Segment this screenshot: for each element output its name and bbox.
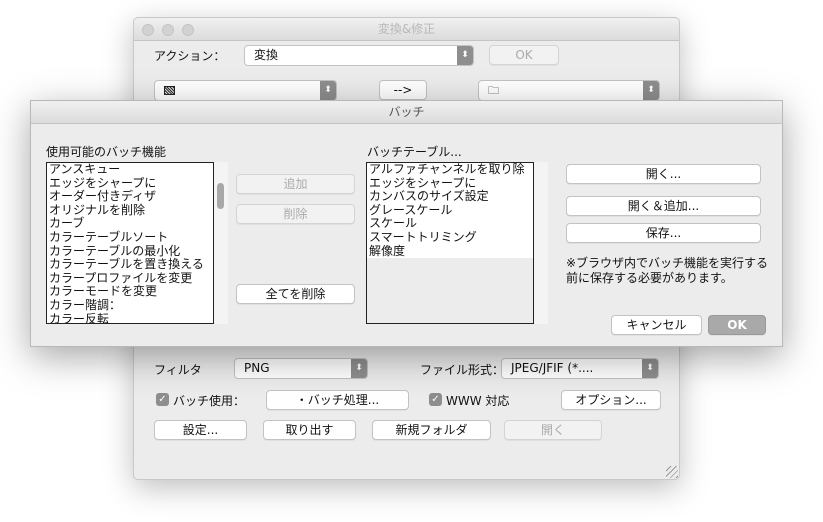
save-note: ※ブラウザ内でバッチ機能を実行する前に保存する必要があります。 — [566, 256, 769, 285]
chevron-updown-icon: ⬍ — [457, 46, 473, 65]
list-item[interactable]: カーブ — [47, 217, 213, 231]
dialog-title-bar: バッチ — [31, 101, 782, 124]
list-item[interactable]: カラー反転 — [47, 312, 213, 323]
remove-button[interactable]: 削除 — [236, 204, 355, 224]
transfer-button[interactable]: --> — [379, 80, 427, 100]
batch-process-button[interactable]: ・バッチ処理... — [266, 390, 409, 410]
batch-dialog: バッチ 使用可能のバッチ機能 アンスキュー エッジをシャープに オーダー付きディザオ… — [30, 100, 783, 347]
title-bar: 変換&修正 — [134, 18, 679, 41]
list-item[interactable]: アルファチャンネルを取り除 — [367, 163, 533, 177]
www-checkbox[interactable]: ✓ — [429, 393, 442, 406]
list-item[interactable]: カラーテーブルソート — [47, 230, 213, 245]
available-label: 使用可能のバッチ機能 — [46, 145, 167, 159]
chevron-updown-icon: ⬍ — [320, 81, 336, 100]
list-item[interactable]: グレースケール — [367, 203, 533, 218]
image-icon — [164, 86, 175, 95]
source-select[interactable]: ⬍ — [154, 80, 337, 101]
filter-value: PNG — [244, 361, 270, 375]
window-title: 変換&修正 — [377, 22, 436, 36]
list-item[interactable]: カラー階調： — [47, 298, 213, 313]
format-value: JPEG/JFIF (*.... — [511, 361, 594, 375]
filter-select[interactable]: PNG ⬍ — [234, 358, 368, 379]
available-scrollbar[interactable] — [214, 162, 228, 324]
ok-button[interactable]: OK — [489, 45, 559, 65]
close-button[interactable] — [142, 24, 154, 36]
action-select[interactable]: 変換 ⬍ — [244, 45, 474, 66]
list-item[interactable]: スケール — [367, 217, 533, 231]
folder-icon: 🗀 — [488, 84, 499, 97]
list-item[interactable]: 解像度 — [367, 244, 533, 259]
open-batch-button[interactable]: 開く... — [566, 164, 761, 184]
list-item[interactable]: カンバスのサイズ設定 — [367, 190, 533, 204]
filter-label: フィルタ — [154, 363, 202, 377]
cancel-button[interactable]: キャンセル — [611, 315, 702, 335]
www-label: WWW 対応 — [446, 394, 510, 408]
new-folder-button[interactable]: 新規フォルダ — [372, 420, 491, 440]
batch-table-list[interactable]: アルファチャンネルを取り除 エッジをシャープに カンバスのサイズ設定 グレースケールス… — [366, 162, 534, 324]
open-button[interactable]: 開く — [504, 420, 602, 440]
list-item[interactable]: スマートトリミング — [367, 230, 533, 245]
options-button[interactable]: オプション... — [561, 390, 661, 410]
minimize-button[interactable] — [162, 24, 174, 36]
zoom-button[interactable] — [182, 24, 194, 36]
open-add-button[interactable]: 開く＆追加... — [566, 196, 761, 216]
use-batch-checkbox[interactable]: ✓ — [156, 393, 169, 406]
resize-grip-icon[interactable] — [666, 466, 678, 478]
list-item[interactable]: カラーモードを変更 — [47, 285, 213, 299]
list-item[interactable]: アンスキュー — [47, 163, 213, 177]
list-item[interactable]: オーダー付きディザ — [47, 190, 213, 204]
action-label: アクション： — [154, 49, 226, 63]
list-item[interactable]: カラーテーブルを置き換える — [47, 258, 213, 272]
action-value: 変換 — [254, 48, 279, 62]
extract-button[interactable]: 取り出す — [263, 420, 356, 440]
batch-table-scrollbar[interactable] — [534, 162, 548, 324]
chevron-updown-icon: ⬍ — [643, 81, 659, 100]
use-batch-label: バッチ使用： — [173, 394, 246, 408]
dialog-title: バッチ — [388, 105, 425, 119]
batch-table-label: バッチテーブル... — [367, 145, 462, 159]
remove-all-button[interactable]: 全てを削除 — [236, 284, 355, 304]
available-list[interactable]: アンスキュー エッジをシャープに オーダー付きディザ オリジナルを削除 カーブ カラーテー… — [46, 162, 214, 324]
add-button[interactable]: 追加 — [236, 174, 355, 194]
format-select[interactable]: JPEG/JFIF (*.... ⬍ — [501, 358, 659, 379]
destination-select[interactable]: 🗀 ⬍ — [478, 80, 660, 101]
chevron-updown-icon: ⬍ — [351, 359, 367, 378]
format-label: ファイル形式： — [420, 363, 505, 377]
scroll-thumb[interactable] — [217, 183, 224, 209]
chevron-updown-icon: ⬍ — [642, 359, 658, 378]
save-button[interactable]: 保存... — [566, 223, 761, 243]
settings-button[interactable]: 設定... — [154, 420, 247, 440]
dialog-ok-button[interactable]: OK — [708, 315, 766, 335]
